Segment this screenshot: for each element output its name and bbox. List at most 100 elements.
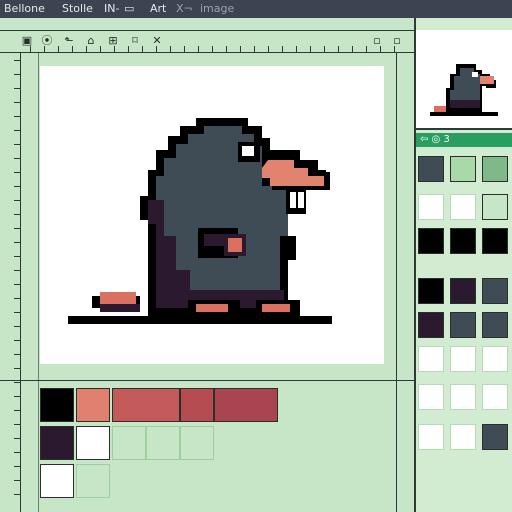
ruler-tick	[212, 46, 213, 52]
menu-item-image[interactable]: image	[200, 2, 234, 16]
ruler-tick	[338, 46, 339, 52]
ruler-left	[20, 52, 21, 512]
panel-toggle-icon-2[interactable]: ▫	[390, 34, 404, 48]
layers-tab-label: ⇦ ◎ 3	[420, 134, 450, 145]
ruler-tick	[14, 74, 20, 75]
menu-item-art[interactable]: Art	[150, 2, 166, 16]
panel-color-swatch[interactable]	[418, 346, 444, 372]
panel-color-swatch[interactable]	[482, 424, 508, 450]
ruler-top	[0, 30, 414, 31]
panel-color-swatch[interactable]	[418, 424, 444, 450]
panel-color-swatch[interactable]	[450, 156, 476, 182]
color-swatch[interactable]	[76, 464, 110, 498]
ruler-tick	[14, 410, 20, 411]
ruler-tick	[58, 46, 59, 52]
ruler-tick	[14, 312, 20, 313]
panel-color-swatch[interactable]	[482, 228, 508, 254]
panel-color-swatch[interactable]	[418, 228, 444, 254]
pixel-art-mole	[68, 118, 332, 324]
panel-color-swatch[interactable]	[450, 228, 476, 254]
panel-color-swatch[interactable]	[482, 194, 508, 220]
panel-color-swatch[interactable]	[482, 156, 508, 182]
panel-color-swatch[interactable]	[418, 312, 444, 338]
ruler-tick	[14, 438, 20, 439]
panel-color-swatch[interactable]	[450, 346, 476, 372]
menu-item-style[interactable]: Stolle	[62, 2, 93, 16]
panel-color-swatch[interactable]	[450, 278, 476, 304]
ruler-tick	[14, 102, 20, 103]
menu-item-app[interactable]: Bellone	[4, 2, 45, 16]
ruler-tick	[282, 46, 283, 52]
ruler-tick	[14, 424, 20, 425]
color-swatch[interactable]	[76, 426, 110, 460]
ruler-tick	[352, 46, 353, 52]
frame-icon[interactable]: ⊞	[106, 34, 120, 48]
panel-color-swatch[interactable]	[450, 384, 476, 410]
ruler-tick	[14, 60, 20, 61]
ruler-tick	[198, 46, 199, 52]
panel-color-swatch[interactable]	[482, 384, 508, 410]
panel-color-swatch[interactable]	[450, 424, 476, 450]
panel-color-swatch[interactable]	[418, 156, 444, 182]
ruler-tick	[14, 354, 20, 355]
ruler-tick	[14, 340, 20, 341]
panel-toggle-icon[interactable]: ▫	[370, 34, 384, 48]
panel-color-swatch[interactable]	[482, 278, 508, 304]
panel-color-swatch[interactable]	[482, 312, 508, 338]
ruler-tick	[14, 144, 20, 145]
ruler-tick	[14, 186, 20, 187]
menu-bar: Bellone Stolle IN- ▭ Art X¬ image	[0, 0, 512, 18]
ruler-tick	[14, 480, 20, 481]
menu-item-in[interactable]: IN-	[104, 2, 119, 16]
ruler-tick	[100, 46, 101, 52]
folder-icon[interactable]: ⬑	[62, 34, 76, 48]
ruler-tick	[296, 46, 297, 52]
color-swatch[interactable]	[146, 426, 180, 460]
color-swatch[interactable]	[214, 388, 278, 422]
ruler-tick	[14, 494, 20, 495]
ruler-tick	[14, 256, 20, 257]
color-swatch[interactable]	[40, 464, 74, 498]
color-swatch[interactable]	[112, 388, 180, 422]
panel-color-swatch[interactable]	[450, 312, 476, 338]
ruler-tick	[14, 466, 20, 467]
ruler-tick	[14, 214, 20, 215]
lock-icon[interactable]: ⌂	[84, 34, 98, 48]
panel-color-swatch[interactable]	[418, 278, 444, 304]
artboard[interactable]	[40, 66, 384, 364]
ruler-tick	[268, 46, 269, 52]
color-swatch[interactable]	[76, 388, 110, 422]
ruler-tick	[170, 46, 171, 52]
palette-swatch-grid	[38, 386, 278, 498]
ruler-tick	[14, 242, 20, 243]
layers-tab[interactable]: ⇦ ◎ 3	[416, 133, 512, 147]
ruler-tick	[14, 452, 20, 453]
panel-color-swatch[interactable]	[418, 384, 444, 410]
color-swatch[interactable]	[180, 426, 214, 460]
color-swatch[interactable]	[40, 426, 74, 460]
capture-icon[interactable]: ⦿	[40, 34, 54, 48]
color-swatch[interactable]	[112, 426, 146, 460]
guide-bottom	[0, 380, 414, 381]
ruler-tick	[240, 46, 241, 52]
color-swatch[interactable]	[40, 388, 74, 422]
ruler-tick	[14, 396, 20, 397]
menu-item-x[interactable]: X¬	[176, 2, 193, 16]
preview-mole-image	[430, 64, 498, 116]
ruler-tick	[14, 172, 20, 173]
ruler-tick	[324, 46, 325, 52]
ruler-tick	[14, 130, 20, 131]
panel-color-swatch[interactable]	[450, 194, 476, 220]
ruler-tick	[14, 270, 20, 271]
menu-divider-icon: ▭	[124, 2, 135, 15]
ruler-tick	[14, 116, 20, 117]
color-swatch[interactable]	[180, 388, 214, 422]
panel-color-swatch[interactable]	[482, 346, 508, 372]
ruler-tick	[142, 46, 143, 52]
select-icon[interactable]: ▣	[20, 34, 34, 48]
panel-color-swatch[interactable]	[418, 194, 444, 220]
ruler-tick	[310, 46, 311, 52]
close-icon[interactable]: ✕	[150, 34, 164, 48]
crop-icon[interactable]: ⌑	[128, 34, 142, 48]
ruler-tick	[14, 284, 20, 285]
